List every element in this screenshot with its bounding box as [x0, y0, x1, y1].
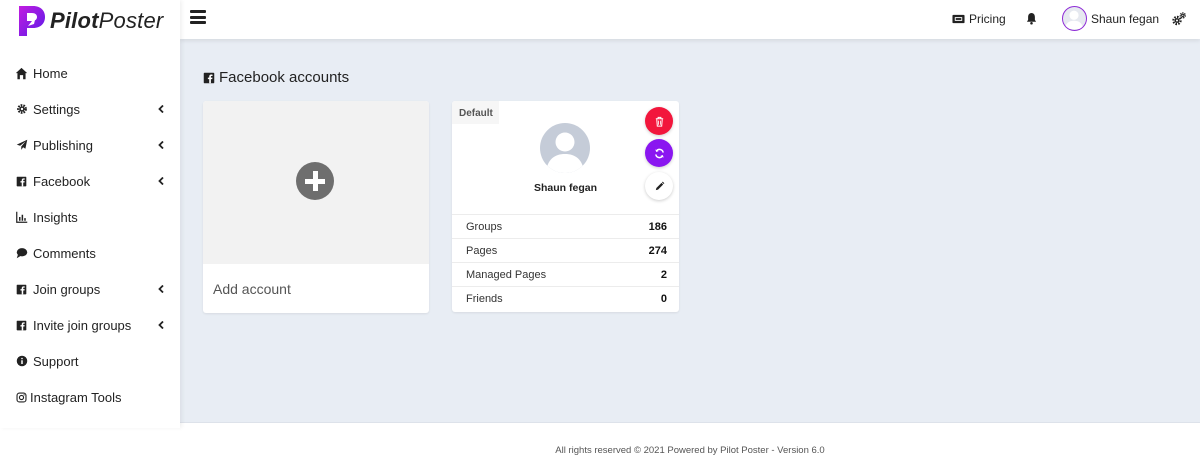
footer: All rights reserved © 2021 Powered by Pi… [0, 422, 1200, 475]
info-circle-icon [15, 355, 28, 368]
page-title-text: Facebook accounts [219, 69, 350, 86]
sidebar-item-join-groups[interactable]: Join groups [0, 271, 180, 307]
add-account-card[interactable]: Add account [203, 101, 429, 313]
sidebar-item-settings[interactable]: Settings [0, 91, 180, 127]
chevron-left-icon [158, 177, 164, 185]
menu-toggle-icon[interactable] [190, 10, 206, 24]
chevron-left-icon [158, 285, 164, 293]
sidebar-item-insights[interactable]: Insights [0, 199, 180, 235]
page-title: Facebook accounts [203, 69, 349, 86]
facebook-square-icon [15, 319, 28, 332]
topbar: Pricing Shaun fegan [180, 0, 1200, 39]
stat-value: 186 [648, 220, 667, 233]
sidebar-item-home[interactable]: Home [0, 55, 180, 91]
stat-label: Friends [466, 292, 503, 305]
sidebar-item-label: Publishing [33, 137, 93, 153]
account-stats: Groups 186 Pages 274 Managed Pages 2 Fri… [452, 214, 679, 310]
sidebar-item-label: Settings [33, 101, 80, 117]
stat-value: 2 [660, 268, 667, 281]
account-avatar [540, 123, 590, 173]
bell-icon[interactable] [1026, 12, 1037, 25]
stat-value: 0 [660, 292, 667, 305]
pencil-icon [655, 181, 664, 190]
sidebar-item-label: Home [33, 65, 68, 81]
sidebar-item-label: Insights [33, 209, 78, 225]
trash-icon [655, 116, 663, 127]
instagram-icon [15, 391, 28, 404]
pricing-label: Pricing [969, 12, 1006, 26]
sidebar-item-publishing[interactable]: Publishing [0, 127, 180, 163]
brand-name: PilotPoster [50, 8, 164, 33]
sidebar-item-comments[interactable]: Comments [0, 235, 180, 271]
home-icon [15, 67, 28, 80]
stat-label: Pages [466, 244, 498, 257]
sidebar-item-invite-join-groups[interactable]: Invite join groups [0, 307, 180, 343]
stat-label: Groups [466, 220, 503, 233]
stat-row-groups: Groups 186 [452, 214, 679, 238]
ticket-icon [952, 14, 965, 24]
chevron-left-icon [158, 321, 164, 329]
account-card: Default Shaun fegan Groups 186 Pages 274… [452, 101, 679, 312]
sidebar-item-facebook[interactable]: Facebook [0, 163, 180, 199]
comment-icon [15, 247, 28, 260]
sidebar-item-label: Instagram Tools [30, 389, 122, 405]
pilotposter-logo-icon [19, 6, 45, 36]
facebook-square-icon [203, 72, 215, 83]
brand-logo[interactable]: PilotPoster [14, 4, 163, 38]
plus-circle-icon [296, 162, 334, 200]
sidebar: PilotPoster Home Settings Publishing Fac… [0, 0, 180, 428]
sync-icon [654, 148, 664, 158]
stat-row-friends: Friends 0 [452, 286, 679, 310]
sidebar-item-label: Support [33, 353, 79, 369]
cog-icon [15, 103, 28, 116]
sidebar-nav: Home Settings Publishing Facebook Insigh… [0, 55, 180, 415]
default-badge: Default [452, 101, 499, 124]
chevron-left-icon [158, 105, 164, 113]
avatar [1062, 6, 1087, 31]
facebook-square-icon [15, 175, 28, 188]
sidebar-item-label: Comments [33, 245, 96, 261]
edit-account-button[interactable] [645, 172, 673, 200]
gears-icon[interactable] [1172, 12, 1186, 26]
add-account-label: Add account [213, 281, 291, 297]
sync-account-button[interactable] [645, 139, 673, 167]
sidebar-item-instagram-tools[interactable]: Instagram Tools [0, 379, 180, 415]
facebook-square-icon [15, 283, 28, 296]
chevron-left-icon [158, 141, 164, 149]
add-account-area [203, 101, 429, 264]
stat-row-managed-pages: Managed Pages 2 [452, 262, 679, 286]
footer-text: All rights reserved © 2021 Powered by Pi… [555, 445, 825, 456]
sidebar-item-label: Facebook [33, 173, 91, 189]
sidebar-item-support[interactable]: Support [0, 343, 180, 379]
pricing-link[interactable]: Pricing [952, 12, 1006, 26]
user-name: Shaun fegan [1091, 11, 1160, 26]
stat-row-pages: Pages 274 [452, 238, 679, 262]
delete-account-button[interactable] [645, 107, 673, 135]
main-content: Facebook accounts Add account Default Sh… [180, 39, 1200, 422]
sidebar-item-label: Join groups [33, 281, 101, 297]
stat-value: 274 [648, 244, 667, 257]
paper-plane-icon [15, 139, 28, 152]
sidebar-item-label: Invite join groups [33, 317, 132, 333]
chart-bar-icon [15, 211, 28, 224]
stat-label: Managed Pages [466, 268, 547, 281]
user-menu[interactable]: Shaun fegan [1062, 6, 1159, 31]
